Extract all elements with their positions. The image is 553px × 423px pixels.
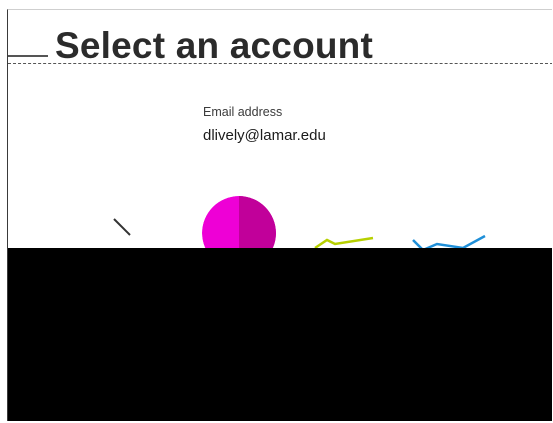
email-address-label: Email address bbox=[203, 105, 283, 119]
title-underline-artifact bbox=[8, 63, 552, 69]
account-selection-panel: Select an account Email address dlively@… bbox=[7, 9, 552, 421]
page-title: Select an account bbox=[55, 25, 374, 66]
pointer-arrow-icon bbox=[113, 218, 131, 236]
artifact-line bbox=[8, 55, 48, 57]
black-occlusion-overlay bbox=[8, 248, 552, 421]
email-address-value: dlively@lamar.edu bbox=[203, 127, 326, 144]
